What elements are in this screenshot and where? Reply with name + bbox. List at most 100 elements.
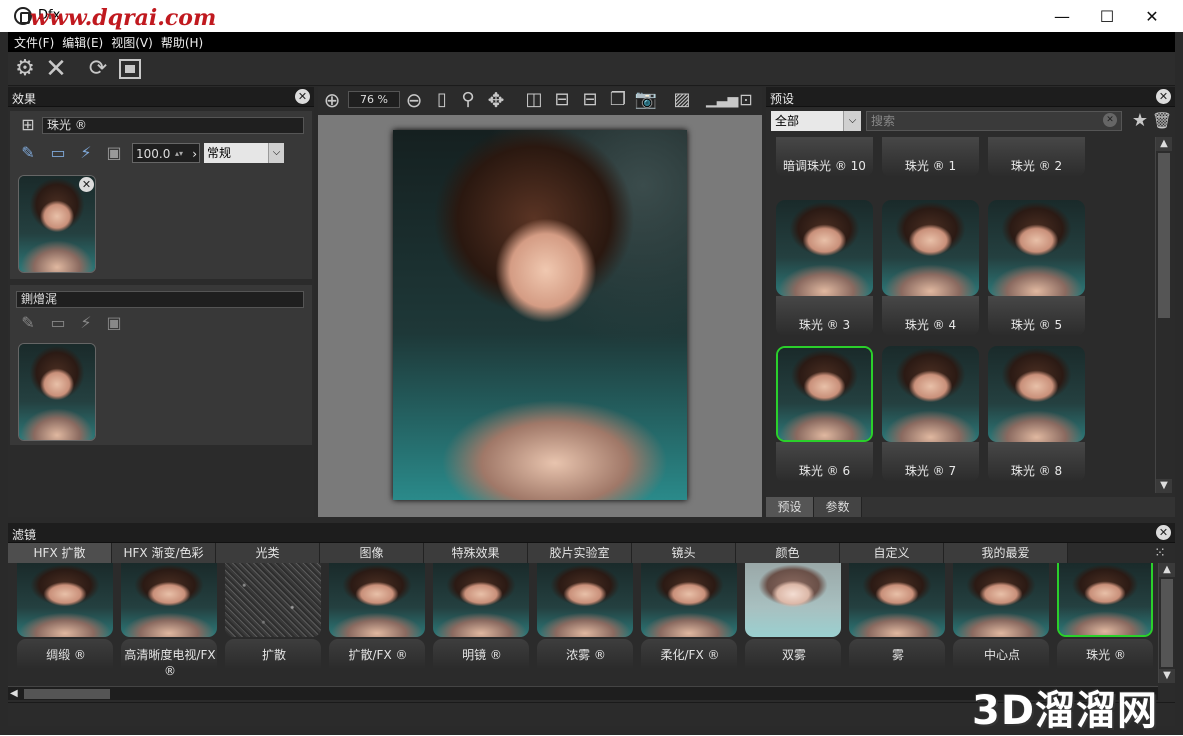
favorite-star-icon[interactable]: ★ <box>1128 109 1152 133</box>
add-layer-icon[interactable]: ⊞ <box>18 115 38 135</box>
filter-item[interactable]: 高清晰度电视/FX ® <box>118 563 217 683</box>
tab-parameters[interactable]: 参数 <box>814 497 862 517</box>
chevron-down-icon[interactable]: ⌵ <box>268 143 284 163</box>
tab-film-lab[interactable]: 胶片实验室 <box>528 543 632 563</box>
tab-image[interactable]: 图像 <box>320 543 424 563</box>
main-preview-image[interactable] <box>393 130 687 500</box>
tab-hfx-diffusion[interactable]: HFX 扩散 <box>8 543 112 563</box>
stepper-icon[interactable]: ▴▾ <box>175 144 183 164</box>
title-bar: Dfx www.dqrai.com — ☐ ✕ <box>0 0 1183 32</box>
preset-item[interactable]: 珠光 ® 5 <box>988 200 1085 340</box>
scroll-thumb[interactable] <box>1158 153 1170 318</box>
scroll-left-icon[interactable]: ◀ <box>10 687 22 701</box>
scroll-down-icon[interactable]: ▼ <box>1156 479 1172 493</box>
lightning-icon[interactable]: ⚡ <box>76 143 96 163</box>
filters-close-icon[interactable]: ✕ <box>1156 525 1171 540</box>
effect-layer-2[interactable]: 鍘熷浘 ✎ ▭ ⚡ ▣ <box>10 285 312 445</box>
filter-item[interactable]: 柔化/FX ® <box>638 563 737 683</box>
loupe-icon[interactable]: ⊡ <box>734 88 758 112</box>
edit-mask-icon[interactable]: ✎ <box>18 143 38 163</box>
tab-favorites[interactable]: 我的最爱 <box>944 543 1068 563</box>
refresh-icon[interactable]: ⟳ <box>86 57 110 81</box>
preset-item[interactable]: 珠光 ® 3 <box>776 200 873 340</box>
chevron-right-icon[interactable]: › <box>192 144 197 164</box>
filter-item-selected[interactable]: 珠光 ® <box>1054 563 1153 683</box>
preset-item[interactable]: 珠光 ® 4 <box>882 200 979 340</box>
filter-item[interactable]: 双雾 <box>742 563 841 683</box>
histogram-icon[interactable]: ▁▃▅ <box>706 88 738 112</box>
blend-mode-select[interactable]: 常规 ⌵ <box>204 143 284 163</box>
frame-icon[interactable]: ▣ <box>104 313 124 333</box>
chevron-down-icon[interactable]: ⌵ <box>843 111 861 131</box>
clear-search-icon[interactable]: ✕ <box>1103 113 1117 127</box>
fit-height-icon[interactable]: ▯ <box>430 88 454 112</box>
split-horizontal-icon[interactable]: ⊟ <box>578 88 602 112</box>
minimize-button[interactable]: — <box>1039 0 1085 32</box>
scroll-down-icon[interactable]: ▼ <box>1159 669 1175 683</box>
preset-item[interactable]: 珠光 ® 8 <box>988 346 1085 486</box>
settings-gear-icon[interactable]: ⚙ <box>13 57 37 81</box>
menu-edit[interactable]: 编辑(E) <box>62 34 103 51</box>
preset-item[interactable]: 珠光 ® 2 <box>988 137 1085 181</box>
menu-view[interactable]: 视图(V) <box>111 34 153 51</box>
monitor-icon[interactable]: ▭ <box>48 313 68 333</box>
opacity-field[interactable]: 100.0 ▴▾ › <box>132 143 200 163</box>
monitor-icon[interactable]: ▭ <box>48 143 68 163</box>
split-compare-icon[interactable]: ⊟ <box>550 88 574 112</box>
scroll-thumb[interactable] <box>24 689 110 699</box>
tab-special-effects[interactable]: 特殊效果 <box>424 543 528 563</box>
scroll-up-icon[interactable]: ▲ <box>1159 563 1175 577</box>
filter-item[interactable]: 绸缎 ® <box>14 563 113 683</box>
zoom-field[interactable]: 76 % <box>348 91 400 108</box>
filters-vertical-scrollbar[interactable]: ▲ ▼ <box>1158 563 1175 683</box>
preset-item[interactable]: 珠光 ® 1 <box>882 137 979 181</box>
tab-light[interactable]: 光类 <box>216 543 320 563</box>
magnifier-icon[interactable]: ⚲ <box>456 88 480 112</box>
zoom-in-icon[interactable]: ⊕ <box>320 88 344 112</box>
effect-layer-1[interactable]: ⊞ 珠光 ® ✎ ▭ ⚡ ▣ 100.0 ▴▾ › 常规 ⌵ ✕ <box>10 111 312 279</box>
tab-color[interactable]: 颜色 <box>736 543 840 563</box>
tab-custom[interactable]: 自定义 <box>840 543 944 563</box>
pan-move-icon[interactable]: ✥ <box>484 88 508 112</box>
remove-effect-icon[interactable]: ✕ <box>79 177 94 192</box>
filter-item[interactable]: 扩散 <box>222 563 321 683</box>
preset-search-input[interactable]: 搜索 ✕ <box>866 111 1122 131</box>
filter-item[interactable]: 中心点 <box>950 563 1049 683</box>
presets-scrollbar[interactable]: ▲ ▼ <box>1155 137 1172 493</box>
preset-item[interactable]: 珠光 ® 7 <box>882 346 979 486</box>
tab-lens[interactable]: 镜头 <box>632 543 736 563</box>
fit-screen-icon[interactable] <box>118 57 142 81</box>
split-vertical-icon[interactable]: ◫ <box>522 88 546 112</box>
tab-presets[interactable]: 预设 <box>766 497 814 517</box>
menu-help[interactable]: 帮助(H) <box>161 34 203 51</box>
grid-view-icon[interactable]: ⁙ <box>1148 541 1172 565</box>
image-icon[interactable]: ▨ <box>670 88 694 112</box>
preset-item-selected[interactable]: 珠光 ® 6 <box>776 346 873 486</box>
preset-item[interactable]: 暗调珠光 ® 10 <box>776 137 873 181</box>
camera-icon[interactable]: 📷 <box>634 88 658 112</box>
filter-item[interactable]: 扩散/FX ® <box>326 563 425 683</box>
scroll-thumb[interactable] <box>1161 579 1173 667</box>
effects-close-icon[interactable]: ✕ <box>295 89 310 104</box>
original-thumbnail[interactable] <box>18 343 96 441</box>
presets-close-icon[interactable]: ✕ <box>1156 89 1171 104</box>
tab-hfx-gradient[interactable]: HFX 渐变/色彩 <box>112 543 216 563</box>
scroll-up-icon[interactable]: ▲ <box>1156 137 1172 151</box>
effect-layer-1-name[interactable]: 珠光 ® <box>42 117 304 134</box>
effect-layer-2-name[interactable]: 鍘熷浘 <box>16 291 304 308</box>
filter-item[interactable]: 明镜 ® <box>430 563 529 683</box>
cancel-x-icon[interactable]: ✕ <box>44 56 68 82</box>
frame-icon[interactable]: ▣ <box>104 143 124 163</box>
maximize-button[interactable]: ☐ <box>1084 0 1130 32</box>
copy-page-icon[interactable]: ❐ <box>606 88 630 112</box>
edit-mask-icon[interactable]: ✎ <box>18 313 38 333</box>
trash-icon[interactable]: 🗑 <box>1150 109 1174 133</box>
menu-file[interactable]: 文件(F) <box>14 34 54 51</box>
preview-canvas[interactable] <box>318 115 762 517</box>
close-button[interactable]: ✕ <box>1129 0 1175 32</box>
filter-item[interactable]: 浓雾 ® <box>534 563 633 683</box>
lightning-icon[interactable]: ⚡ <box>76 313 96 333</box>
filter-item[interactable]: 雾 <box>846 563 945 683</box>
zoom-out-icon[interactable]: ⊖ <box>402 88 426 112</box>
filter-label: 浓雾 ® <box>566 648 606 662</box>
